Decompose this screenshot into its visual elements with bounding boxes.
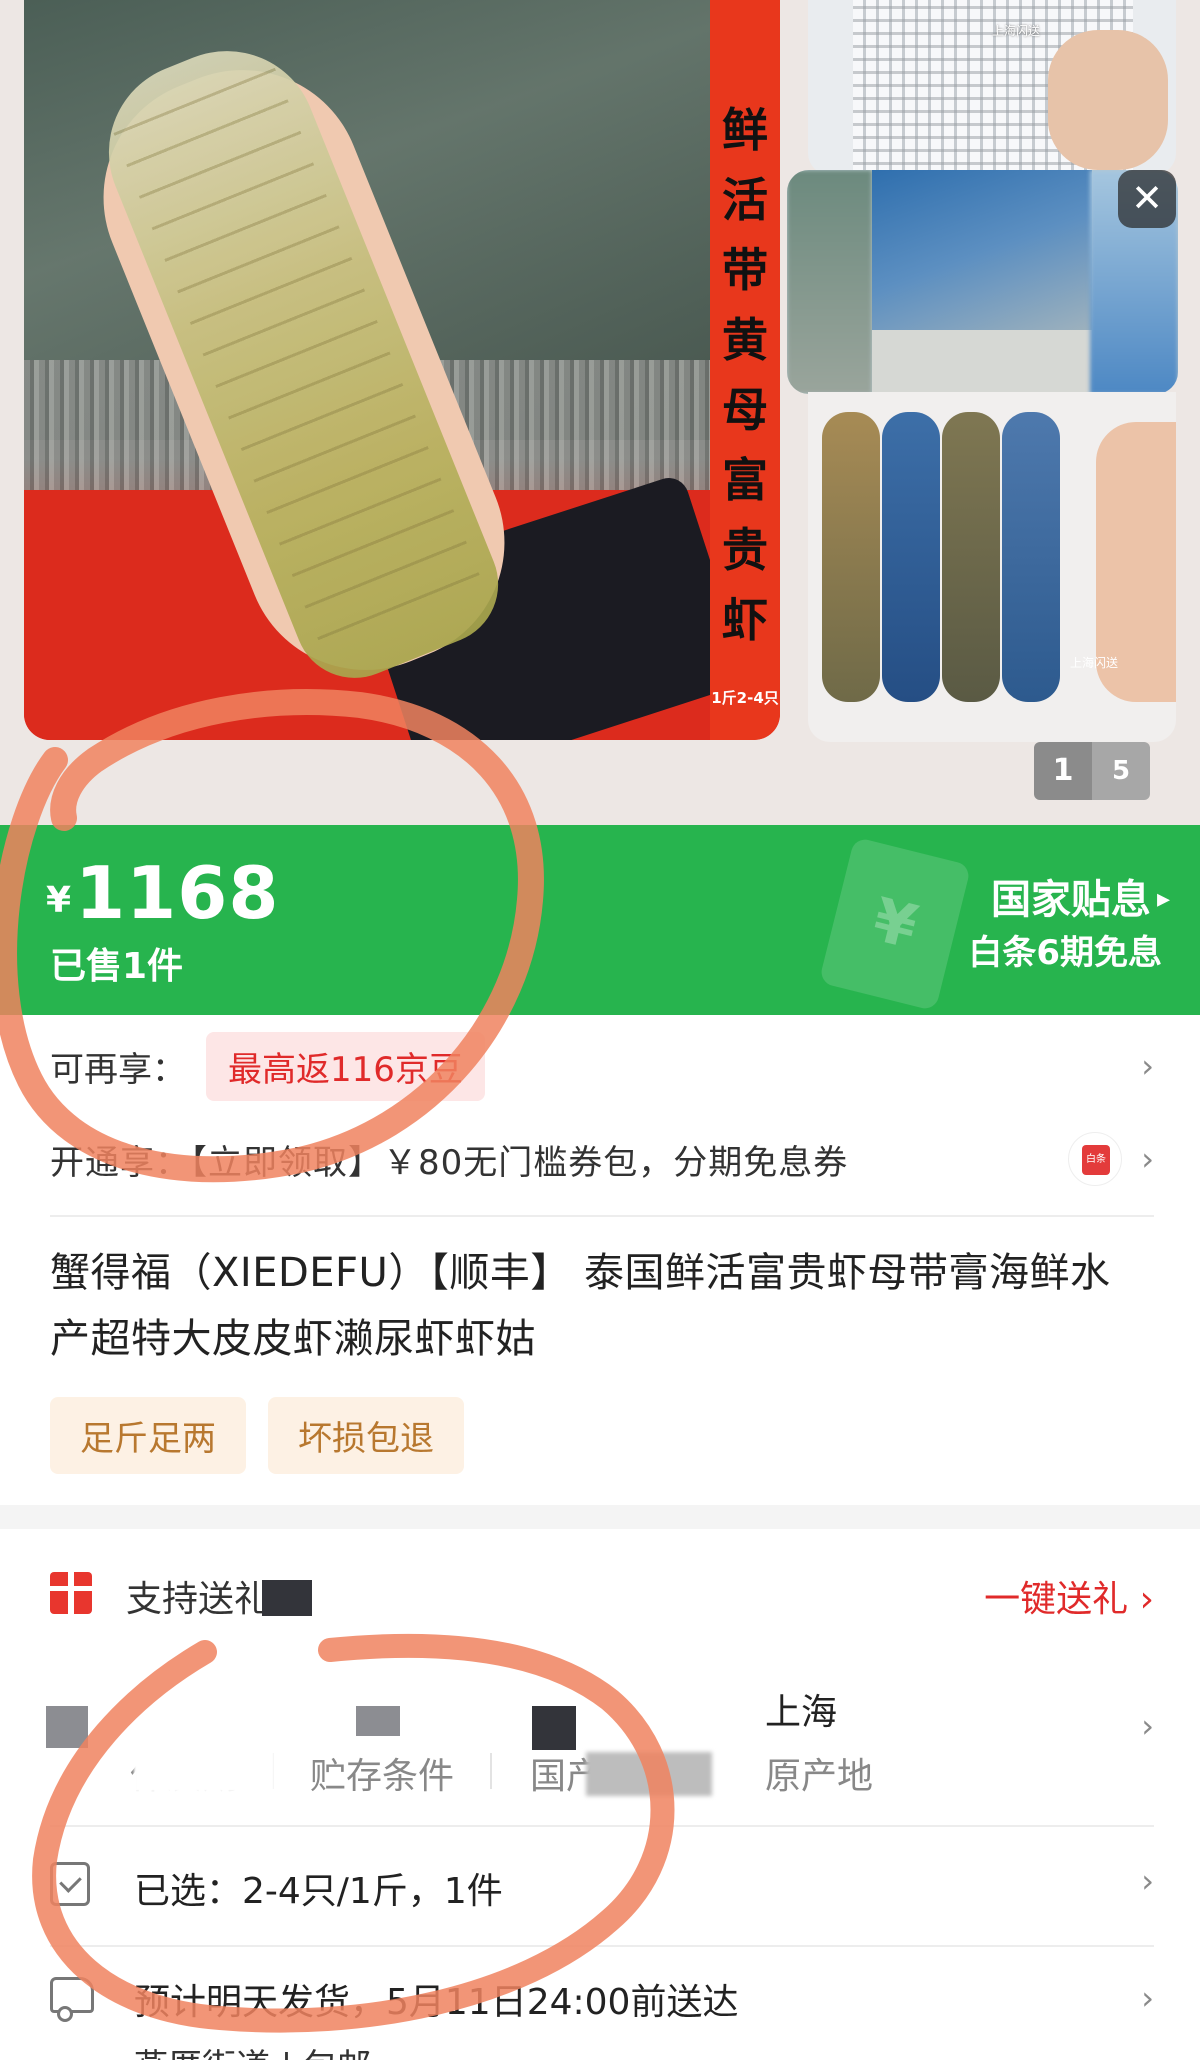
thumb-tank-ledge (872, 330, 1092, 394)
thumbnail-packed-shrimp[interactable]: 上海闪送 (808, 392, 1176, 742)
service-tag[interactable]: 足斤足两 (50, 1397, 246, 1474)
one-click-gift-link[interactable]: 一键送礼 › (984, 1570, 1154, 1622)
price-value: 1168 (75, 851, 280, 935)
privacy-mask (586, 1752, 712, 1796)
privacy-mask (356, 1706, 400, 1736)
bean-rebate-row[interactable]: 可再享： 最高返116京豆 › (50, 1030, 1154, 1102)
thumb-bag (822, 412, 880, 702)
product-title: 蟹得福（XIEDEFU）【顺丰】 泰国鲜活富贵虾母带膏海鲜水产超特大皮皮虾濑尿虾… (50, 1250, 1111, 1362)
spec-summary[interactable]: 保质期 贮存条件 国产 上海 原产地 › (50, 1665, 1154, 1825)
truck-icon (50, 1977, 94, 2022)
privacy-mask (46, 1706, 88, 1748)
photo-banner: 鲜活带黄母富贵虾 1斤2-4只 (710, 0, 780, 740)
triangle-right-icon: ▸ (1156, 884, 1170, 914)
national-subsidy-link[interactable]: 国家贴息 ▸ (991, 867, 1170, 925)
chevron-right-icon: › (1141, 1707, 1154, 1745)
baitiao-icon (1068, 1132, 1122, 1186)
thumb-bag (942, 412, 1000, 702)
coupon-offer-row[interactable]: 开通享：【立即领取】￥80无门槛券包，分期免息券 › (50, 1124, 1154, 1194)
privacy-mask (262, 1580, 312, 1616)
pager-current: 1 (1034, 742, 1092, 800)
coupon-ticket-icon: ¥ (818, 836, 972, 1012)
currency-symbol: ¥ (46, 880, 72, 921)
divider (50, 1945, 1154, 1947)
banner-small-text: 1斤2-4只 (711, 689, 779, 707)
chevron-right-icon: › (1139, 1579, 1154, 1620)
privacy-mask (532, 1706, 576, 1750)
thumb-blur-left (787, 170, 872, 394)
spec-origin: 上海 原产地 (765, 1665, 1065, 1805)
thumb-hand-graphic (1048, 30, 1168, 170)
subsidy-label: 国家贴息 (990, 877, 1151, 923)
image-gallery[interactable]: 鲜活带黄母富贵虾 1斤2-4只 上海闪送 ✕ 上海闪送 1 5 (0, 0, 1200, 825)
selected-variant-text: 已选：2-4只/1斤，1件 (134, 1871, 503, 1912)
thumb-bag (1002, 412, 1060, 702)
bean-rebate-pill: 最高返116京豆 (206, 1031, 485, 1101)
shipping-row[interactable]: 预计明天发货，5月11日24:00前送达 燕厝街道 | 包邮 › (50, 1965, 1154, 2060)
spec-divider (490, 1753, 492, 1789)
price: ¥1168 (46, 851, 279, 935)
gallery-pager: 1 5 (1034, 742, 1150, 800)
chevron-right-icon: › (1141, 1862, 1154, 1900)
spec-key: 贮存条件 (310, 1756, 455, 1797)
divider (50, 1825, 1154, 1827)
checklist-icon (50, 1862, 90, 1906)
spec-key: 原产地 (765, 1756, 874, 1797)
sold-count: 已售1件 (50, 946, 184, 987)
ticket-yen-glyph: ¥ (866, 884, 924, 964)
banner-vertical-text: 鲜活带黄母富贵虾 (722, 103, 768, 647)
benefit-label: 可再享： (50, 1049, 186, 1090)
pager-total: 5 (1092, 742, 1150, 800)
shipping-estimate: 预计明天发货，5月11日24:00前送达 (134, 1982, 739, 2023)
main-product-photo[interactable]: 鲜活带黄母富贵虾 1斤2-4只 (24, 0, 780, 740)
selected-variant-row[interactable]: 已选：2-4只/1斤，1件 › (50, 1848, 1154, 1922)
thumb-watermark: 上海闪送 (992, 24, 1041, 38)
gift-row[interactable]: 支持送礼物 一键送礼 › (50, 1560, 1154, 1630)
service-tags: 足斤足两 坏损包退 (50, 1397, 464, 1474)
chevron-right-icon: › (1141, 1140, 1154, 1178)
gift-link-label: 一键送礼 (984, 1579, 1129, 1620)
price-bar: ¥1168 已售1件 ¥ 国家贴息 ▸ 白条6期免息 (0, 825, 1200, 1015)
close-icon[interactable]: ✕ (1118, 170, 1176, 228)
service-tag[interactable]: 坏损包退 (268, 1397, 464, 1474)
spec-value: 上海 (765, 1692, 838, 1733)
thumb-bag (882, 412, 940, 702)
chevron-right-icon: › (1141, 1047, 1154, 1085)
baitiao-installment: 白条6期免息 (968, 933, 1162, 973)
divider (50, 1215, 1154, 1217)
chevron-right-icon: › (1141, 1979, 1154, 2017)
thumbnail-basket[interactable]: 上海闪送 (808, 0, 1176, 175)
gift-icon (50, 1572, 92, 1614)
coupon-offer-text: 开通享：【立即领取】￥80无门槛券包，分期免息券 (50, 1142, 849, 1183)
spec-storage: 贮存条件 (310, 1665, 510, 1805)
thumb-watermark: 上海闪送 (1070, 656, 1119, 670)
privacy-mask (134, 1748, 274, 1792)
shipping-location: 燕厝街道 | 包邮 (134, 2039, 371, 2060)
section-gap (0, 1505, 1200, 1529)
